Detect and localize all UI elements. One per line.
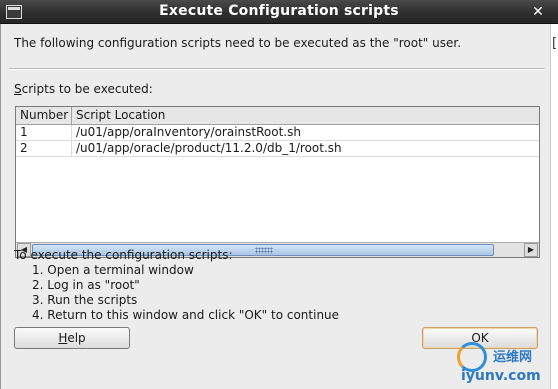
arrow-right-icon[interactable]: ▶ <box>524 243 538 257</box>
cell-number: 2 <box>16 141 72 157</box>
separator <box>9 68 545 70</box>
instructions-title: To execute the configuration scripts: <box>14 248 233 262</box>
cell-script-location: /u01/app/oraInventory/orainstRoot.sh <box>76 125 301 139</box>
background-window-edge: [ <box>550 24 558 389</box>
instruction-step: 4. Return to this window and click "OK" … <box>32 308 340 322</box>
scripts-label: Scripts to be executed: <box>14 82 153 96</box>
help-mnemonic: H <box>58 331 68 345</box>
instruction-step: 2. Log in as "root" <box>32 278 140 292</box>
instructions-list: 1. Open a terminal window 2. Log in as "… <box>32 263 339 323</box>
background-bracket: [ <box>552 36 558 51</box>
help-label: elp <box>67 331 86 345</box>
title-bar: Execute Configuration scripts ✕ <box>0 0 558 24</box>
instruction-step: 1. Open a terminal window <box>32 263 194 277</box>
cell-script-location: /u01/app/oracle/product/11.2.0/db_1/root… <box>76 141 342 155</box>
instruction-step: 3. Run the scripts <box>32 293 138 307</box>
cell-number: 1 <box>16 125 72 141</box>
scripts-table[interactable]: Number Script Location 1 /u01/app/oraInv… <box>15 106 540 258</box>
column-header-number[interactable]: Number <box>16 107 72 125</box>
window-title: Execute Configuration scripts <box>159 3 399 19</box>
scripts-label-mnemonic: S <box>14 82 22 96</box>
column-header-script-location[interactable]: Script Location <box>72 107 539 125</box>
table-row[interactable]: 1 /u01/app/oraInventory/orainstRoot.sh <box>16 125 539 141</box>
dialog-message: The following configuration scripts need… <box>14 36 462 50</box>
table-header: Number Script Location <box>16 107 539 125</box>
help-button[interactable]: Help <box>14 327 130 349</box>
close-icon[interactable]: ✕ <box>528 3 548 21</box>
scripts-label-text: cripts to be executed: <box>21 82 153 96</box>
scrollbar-grip <box>255 247 273 254</box>
table-row[interactable]: 2 /u01/app/oracle/product/11.2.0/db_1/ro… <box>16 141 539 157</box>
ok-button[interactable]: OK <box>422 327 538 349</box>
